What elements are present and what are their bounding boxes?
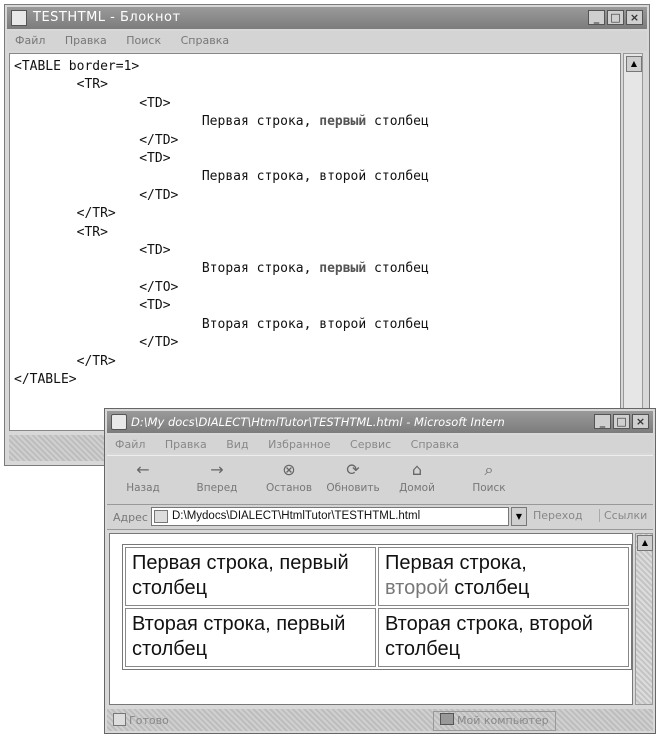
- menu-help[interactable]: Справка: [181, 34, 229, 47]
- menu-favorites[interactable]: Избранное: [268, 438, 330, 451]
- code-line: <TR>: [14, 77, 108, 93]
- code-line: Вторая строка, второй столбец: [14, 316, 429, 332]
- menu-edit[interactable]: Правка: [65, 34, 107, 47]
- address-input[interactable]: D:\Mydocs\DIALECT\HtmlTutor\TESTHTML.htm…: [151, 507, 509, 526]
- table-cell: Вторая строка, первый столбец: [125, 608, 376, 667]
- stop-icon: ⊗: [282, 460, 296, 479]
- highlighted-word: первый: [319, 261, 367, 277]
- home-button[interactable]: ⌂ Домой: [385, 460, 449, 494]
- forward-label: Вперед: [196, 482, 238, 494]
- code-line: Вторая строка,: [14, 261, 320, 277]
- refresh-icon: ⟳: [346, 460, 360, 479]
- table-row: Вторая строка, первый столбец Вторая стр…: [125, 608, 629, 667]
- menu-file[interactable]: Файл: [115, 438, 145, 451]
- browser-vertical-scrollbar[interactable]: ▲: [635, 533, 653, 705]
- address-text: D:\Mydocs\DIALECT\HtmlTutor\TESTHTML.htm…: [172, 510, 421, 522]
- maximize-button[interactable]: □: [613, 414, 630, 429]
- code-line: <TD>: [14, 151, 171, 167]
- status-zone: Мой компьютер: [433, 711, 556, 731]
- cell-highlight-word: второй: [385, 577, 449, 599]
- code-line: </TR>: [14, 353, 116, 369]
- cell-text: столбец: [448, 577, 530, 599]
- notepad-app-icon: [11, 10, 27, 26]
- refresh-button[interactable]: ⟳ Обновить: [321, 460, 385, 494]
- back-button[interactable]: ← Назад: [111, 460, 175, 494]
- back-label: Назад: [126, 482, 160, 494]
- search-label: Поиск: [472, 482, 506, 494]
- code-line: </TABLE>: [14, 371, 77, 387]
- home-icon: ⌂: [411, 460, 423, 479]
- code-line: <TD>: [14, 298, 171, 314]
- links-button[interactable]: Ссылки: [599, 509, 647, 522]
- code-line: </TR>: [14, 206, 116, 222]
- browser-status-bar: Готово Мой компьютер: [107, 709, 653, 731]
- code-line: </TD>: [14, 187, 179, 203]
- notepad-vertical-scrollbar[interactable]: ▲: [623, 53, 643, 431]
- computer-icon: [440, 713, 454, 725]
- address-dropdown-icon[interactable]: ▼: [511, 507, 527, 526]
- html-source-code: <TABLE border=1> <TR> <TD> Первая строка…: [10, 54, 620, 393]
- minimize-button[interactable]: _: [594, 414, 611, 429]
- browser-title-bar[interactable]: D:\My docs\DIALECT\HtmlTutor\TESTHTML.ht…: [107, 411, 653, 433]
- code-line: <TABLE border=1>: [14, 59, 140, 74]
- code-line: Первая строка,: [14, 114, 320, 130]
- menu-file[interactable]: Файл: [15, 34, 45, 47]
- stop-button[interactable]: ⊗ Останов: [257, 460, 321, 494]
- menu-search[interactable]: Поиск: [126, 34, 161, 47]
- go-button[interactable]: Переход: [533, 509, 583, 522]
- table-cell: Первая строка, второй столбец: [378, 547, 629, 606]
- notepad-menu-bar: Файл Правка Поиск Справка: [7, 31, 647, 51]
- close-button[interactable]: ×: [632, 414, 649, 429]
- notepad-window: TESTHTML - Блокнот _ □ × Файл Правка Пои…: [4, 4, 650, 466]
- menu-help[interactable]: Справка: [411, 438, 459, 451]
- forward-button[interactable]: → Вперед: [185, 460, 249, 494]
- table-row: Первая строка, первый столбец Первая стр…: [125, 547, 629, 606]
- notepad-text-area[interactable]: <TABLE border=1> <TR> <TD> Первая строка…: [9, 53, 621, 431]
- code-line: <TD>: [14, 243, 171, 259]
- search-icon: ⌕: [484, 460, 494, 479]
- status-zone-text: Мой компьютер: [457, 714, 549, 727]
- table-cell: Первая строка, первый столбец: [125, 547, 376, 606]
- browser-menu-bar: Файл Правка Вид Избранное Сервис Справка: [107, 435, 653, 453]
- page-content: Первая строка, первый столбец Первая стр…: [109, 533, 633, 705]
- status-ready-text: Готово: [129, 714, 169, 727]
- menu-tools[interactable]: Сервис: [350, 438, 391, 451]
- page-icon: [154, 510, 168, 523]
- scroll-up-arrow-icon[interactable]: ▲: [626, 56, 642, 72]
- notepad-window-title: TESTHTML - Блокнот: [33, 10, 181, 25]
- code-line: </TO>: [14, 279, 179, 295]
- address-bar: Адрес D:\Mydocs\DIALECT\HtmlTutor\TESTHT…: [107, 505, 653, 530]
- address-label: Адрес: [113, 511, 148, 524]
- browser-window-title: D:\My docs\DIALECT\HtmlTutor\TESTHTML.ht…: [131, 415, 505, 429]
- menu-edit[interactable]: Правка: [165, 438, 207, 451]
- cell-text: Первая строка,: [385, 552, 527, 574]
- code-line: столбец: [366, 114, 429, 130]
- search-button[interactable]: ⌕ Поиск: [457, 460, 521, 494]
- code-line: </TD>: [14, 335, 179, 351]
- status-ready: Готово: [113, 713, 169, 727]
- maximize-button[interactable]: □: [607, 10, 624, 25]
- stop-label: Останов: [265, 482, 313, 494]
- forward-arrow-icon: →: [210, 460, 224, 479]
- browser-app-icon: [111, 414, 127, 430]
- code-line: </TD>: [14, 132, 179, 148]
- code-line: столбец: [366, 261, 429, 277]
- home-label: Домой: [399, 482, 435, 494]
- code-line: <TR>: [14, 224, 108, 240]
- browser-toolbar: ← Назад → Вперед ⊗ Останов ⟳ Обновить ⌂ …: [107, 455, 653, 505]
- close-button[interactable]: ×: [626, 10, 643, 25]
- highlighted-word: первый: [319, 114, 367, 130]
- code-line: Первая строка, второй столбец: [14, 169, 429, 185]
- page-status-icon: [113, 713, 126, 726]
- minimize-button[interactable]: _: [588, 10, 605, 25]
- notepad-title-bar[interactable]: TESTHTML - Блокнот _ □ ×: [7, 7, 647, 29]
- code-line: <TD>: [14, 95, 171, 111]
- back-arrow-icon: ←: [136, 460, 150, 479]
- refresh-label: Обновить: [326, 482, 380, 494]
- rendered-table: Первая строка, первый столбец Первая стр…: [122, 544, 632, 670]
- scroll-up-arrow-icon[interactable]: ▲: [637, 535, 653, 551]
- table-cell: Вторая строка, второй столбец: [378, 608, 629, 667]
- browser-window: D:\My docs\DIALECT\HtmlTutor\TESTHTML.ht…: [104, 408, 656, 734]
- menu-view[interactable]: Вид: [226, 438, 248, 451]
